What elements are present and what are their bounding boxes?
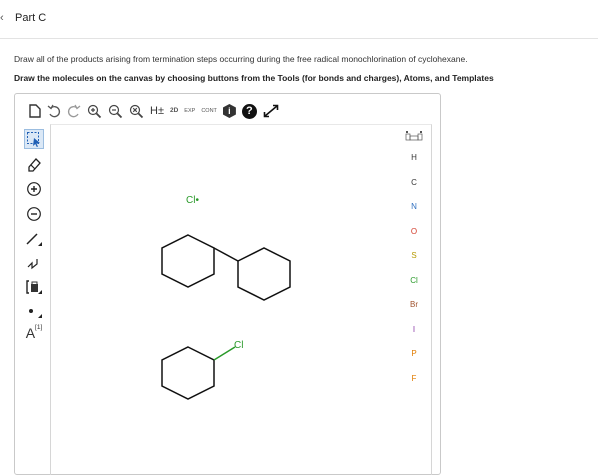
eraser-icon — [28, 158, 41, 172]
template-superscript: [1] — [35, 323, 43, 331]
atom-o-button[interactable]: O — [403, 227, 425, 236]
2d-clean-label: 2D — [169, 107, 179, 114]
minus-circle-icon — [27, 207, 41, 221]
periodic-table-button[interactable] — [403, 130, 425, 144]
2d-clean-button[interactable]: 2D — [170, 102, 178, 120]
zoom-in-button[interactable] — [87, 102, 102, 120]
explicit-hydrogens-button[interactable]: H± — [150, 102, 164, 120]
zoom-out-icon — [108, 104, 123, 118]
atom-n-button[interactable]: N — [403, 202, 425, 211]
chain-tool[interactable] — [25, 254, 43, 272]
lasso-select-icon — [27, 132, 40, 147]
clear-button[interactable] — [129, 102, 144, 120]
contract-button[interactable]: CONT — [201, 102, 217, 120]
stereo-tool[interactable] — [25, 278, 43, 296]
info-button[interactable]: i — [222, 102, 236, 120]
expand-label: EXP — [184, 108, 196, 114]
help-button[interactable]: ? — [241, 102, 257, 120]
chain-icon — [27, 259, 38, 270]
atom-f-button[interactable]: F — [403, 374, 425, 383]
info-icon: i — [222, 104, 236, 118]
atom-br-button[interactable]: Br — [403, 300, 425, 309]
positive-charge-tool[interactable] — [25, 180, 43, 198]
radical-tool[interactable] — [25, 302, 43, 320]
redo-button[interactable] — [67, 102, 81, 120]
eraser-tool[interactable] — [25, 155, 43, 173]
atom-h-button[interactable]: H — [403, 153, 425, 162]
collapse-icon[interactable]: ‹ — [0, 12, 4, 24]
help-icon: ? — [241, 103, 257, 119]
negative-charge-tool[interactable] — [25, 205, 43, 223]
atom-cl-button[interactable]: Cl — [403, 276, 425, 285]
undo-button[interactable] — [47, 102, 61, 120]
expand-arrows-icon — [263, 104, 279, 118]
new-document-button[interactable] — [29, 102, 41, 120]
dot-icon — [29, 309, 42, 318]
top-toolbar: H± 2D EXP CONT i ? — [29, 101, 285, 121]
bond-icon — [26, 233, 42, 246]
select-tool[interactable] — [24, 129, 44, 149]
contract-label: CONT — [201, 108, 217, 114]
drawing-canvas[interactable]: Cl• Cl — [50, 124, 432, 475]
part-title: Part C — [15, 12, 47, 24]
fullscreen-button[interactable] — [263, 102, 279, 120]
atom-c-button[interactable]: C — [403, 178, 425, 187]
editor-instructions: Draw the molecules on the canvas by choo… — [14, 73, 494, 83]
atom-s-button[interactable]: S — [403, 251, 425, 260]
template-tool[interactable]: A [1] — [25, 322, 43, 344]
part-header[interactable]: ‹ Part C — [0, 0, 598, 39]
bracket-icon — [26, 280, 42, 294]
document-icon — [29, 104, 41, 118]
canvas-overlay — [51, 125, 431, 475]
molecule-editor: H± 2D EXP CONT i ? Cl• Cl A [1] H C N O … — [14, 93, 441, 475]
redo-icon — [68, 104, 81, 118]
undo-icon — [47, 104, 60, 118]
expand-button[interactable]: EXP — [184, 102, 195, 120]
atom-p-button[interactable]: P — [403, 349, 425, 358]
clear-icon — [129, 104, 144, 118]
template-label: A — [25, 325, 36, 341]
periodic-table-icon — [405, 131, 423, 141]
zoom-out-button[interactable] — [108, 102, 123, 120]
single-bond-tool[interactable] — [25, 230, 43, 248]
zoom-in-icon — [87, 104, 102, 118]
plus-circle-icon — [27, 182, 41, 196]
question-text: Draw all of the products arising from te… — [14, 54, 468, 64]
atom-i-button[interactable]: I — [403, 325, 425, 334]
